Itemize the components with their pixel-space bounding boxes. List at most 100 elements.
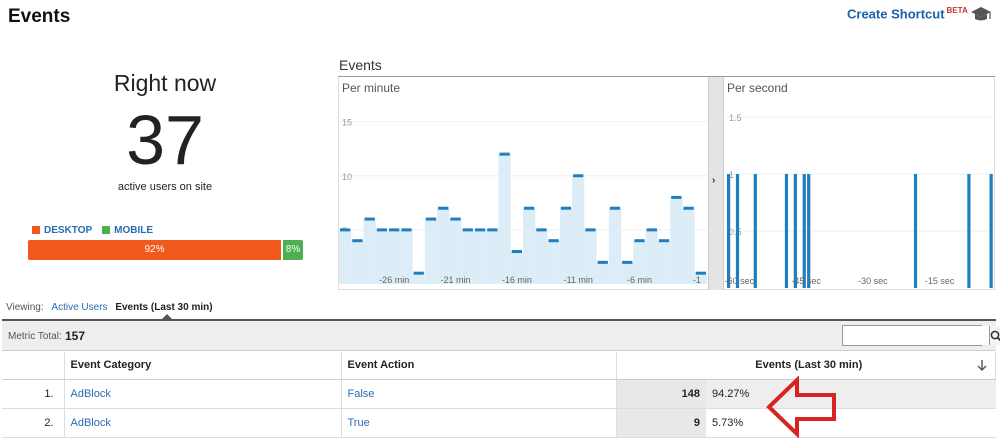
per-minute-bar	[351, 240, 364, 284]
per-second-bar	[727, 174, 731, 288]
table-row: 1. AdBlock False 148 94.27%	[2, 379, 996, 409]
per-minute-bar-top	[413, 271, 424, 275]
per-second-ytick-label: 1.5	[729, 113, 742, 123]
per-minute-bar	[437, 208, 450, 284]
per-minute-bar-top	[609, 206, 621, 210]
per-minute-bar-top	[646, 228, 657, 232]
per-second-bar	[784, 174, 789, 288]
row-number: 2.	[2, 408, 65, 438]
per-minute-bar-top	[438, 206, 449, 210]
per-minute-bar-top	[352, 239, 363, 243]
per-second-xtick-label: -30 sec	[858, 276, 888, 286]
events-count-cell: 148	[616, 379, 706, 409]
per-minute-bar-top	[548, 239, 559, 243]
row-num-header	[2, 352, 65, 380]
per-second-bar	[913, 174, 918, 288]
per-minute-ytick-label: 15	[342, 118, 352, 128]
per-second-bar	[989, 174, 993, 288]
per-minute-bar-top	[671, 195, 682, 199]
sort-desc-icon[interactable]	[977, 360, 987, 371]
per-minute-bar	[473, 229, 487, 284]
viewing-option-active-users[interactable]: Active Users	[51, 302, 107, 313]
events-table: Event Category Event Action Events (Last…	[2, 352, 996, 438]
per-minute-bar-top	[487, 228, 498, 232]
event-category-cell[interactable]: AdBlock	[64, 408, 342, 438]
per-minute-bar	[412, 273, 425, 284]
events-count-cell: 9	[616, 408, 706, 438]
event-action-cell[interactable]: True	[341, 408, 617, 438]
event-action-header[interactable]: Event Action	[341, 352, 617, 380]
per-minute-bar-top	[683, 206, 694, 210]
events-header[interactable]: Events (Last 30 min)	[616, 352, 996, 380]
per-second-bar	[735, 174, 740, 288]
event-action-cell[interactable]: False	[341, 379, 617, 409]
event-category-link[interactable]: AdBlock	[71, 388, 111, 400]
per-second-bar	[793, 174, 797, 288]
per-second-bar	[807, 174, 811, 288]
per-minute-bar	[670, 197, 683, 284]
per-minute-bar	[363, 219, 376, 284]
per-second-xtick-label: -15 sec	[925, 276, 955, 286]
per-minute-xtick-label: -21 min	[441, 275, 471, 285]
per-minute-bar-top	[450, 217, 461, 221]
per-second-bar	[753, 174, 757, 288]
per-minute-bar-top	[425, 217, 437, 221]
viewing-toggle: Viewing: Active Users Events (Last 30 mi…	[6, 302, 213, 313]
per-minute-bar	[547, 240, 560, 284]
event-action-link[interactable]: False	[348, 388, 375, 400]
search-icon	[990, 330, 1000, 341]
metric-total-bar: Metric Total: 157	[2, 321, 1000, 351]
per-minute-bar-top	[511, 250, 522, 254]
per-minute-bar-top	[536, 228, 547, 232]
per-minute-xtick-label: -11 min	[564, 275, 593, 285]
per-minute-bar	[339, 229, 352, 284]
per-minute-bar-top	[499, 152, 510, 156]
per-minute-bar-top	[560, 206, 572, 210]
per-second-bar	[967, 174, 971, 288]
event-category-header[interactable]: Event Category	[64, 352, 342, 380]
per-minute-bar	[657, 240, 671, 284]
per-minute-bar	[596, 262, 609, 284]
per-minute-xtick-label: -26 min	[379, 275, 409, 285]
events-pct-cell: 5.73%	[706, 408, 996, 438]
per-minute-bar	[424, 219, 438, 284]
per-minute-bar-top	[524, 206, 535, 210]
per-minute-bar-top	[376, 228, 388, 232]
viewing-label: Viewing:	[6, 302, 44, 313]
per-minute-bar	[572, 175, 585, 284]
event-category-link[interactable]: AdBlock	[71, 417, 111, 429]
per-minute-xtick-label: -16 min	[502, 275, 532, 285]
search-button[interactable]	[989, 326, 1000, 345]
per-minute-bar	[682, 208, 695, 284]
per-minute-bar-top	[364, 217, 375, 221]
metric-total-label: Metric Total:	[8, 331, 62, 342]
per-minute-bar	[535, 229, 548, 284]
per-minute-xtick-label: -1	[693, 275, 701, 285]
table-row: 2. AdBlock True 9 5.73%	[2, 408, 996, 438]
per-minute-bar-top	[474, 228, 486, 232]
annotation-arrow-icon	[766, 376, 836, 438]
table-header-row: Event Category Event Action Events (Last…	[2, 352, 996, 380]
per-minute-bar-top	[340, 228, 351, 232]
per-minute-bar-top	[401, 228, 412, 232]
per-minute-xtick-label: -6 min	[627, 275, 652, 285]
per-minute-ytick-label: 10	[342, 172, 352, 182]
per-minute-bar-top	[634, 239, 645, 243]
per-minute-bar-top	[389, 228, 400, 232]
per-minute-bar-top	[585, 228, 596, 232]
metric-total-value: 157	[65, 329, 86, 343]
event-category-cell[interactable]: AdBlock	[64, 379, 342, 409]
per-second-xtick-label: -60 sec	[725, 276, 755, 286]
search-input[interactable]	[843, 326, 989, 345]
events-header-label: Events (Last 30 min)	[755, 359, 863, 372]
per-second-ytick-label: 0.5	[729, 227, 742, 237]
event-action-link[interactable]: True	[348, 417, 370, 429]
table-search	[842, 325, 1000, 346]
per-minute-bar-top	[462, 228, 473, 232]
per-minute-bar	[608, 208, 622, 284]
per-minute-bar-top	[573, 174, 584, 178]
per-second-xtick-label: -45 sec	[791, 276, 821, 286]
per-minute-bar	[559, 208, 573, 284]
per-minute-bar	[523, 208, 536, 284]
viewing-option-events[interactable]: Events (Last 30 min)	[115, 302, 212, 313]
